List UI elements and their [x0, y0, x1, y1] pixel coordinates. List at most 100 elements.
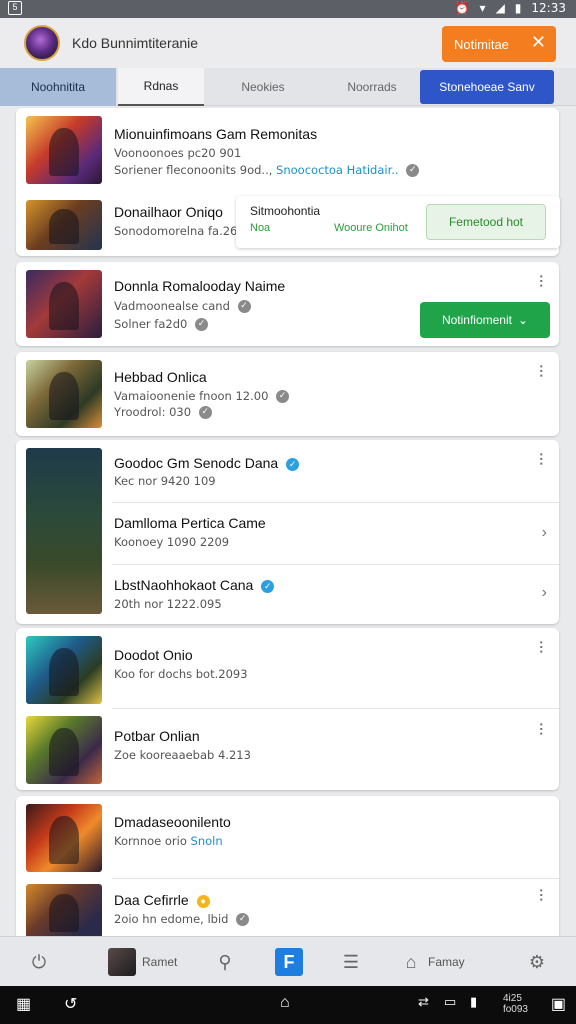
chevron-right-icon[interactable]: ›: [542, 524, 547, 542]
game-subtitle: Koonoey 1090 2209: [114, 535, 230, 549]
more-options-icon[interactable]: ⋯: [534, 274, 550, 288]
popup-info: Wooure Onihot: [334, 222, 408, 234]
status-bar: 5 ⏰ ▾ ◢ ▮ 12:33: [0, 0, 576, 18]
popup-title: Sitmoohontia: [250, 204, 321, 218]
sync-icon: ⇄: [418, 994, 429, 1009]
more-options-icon[interactable]: ⋯: [534, 888, 550, 902]
game-thumbnail: [26, 636, 102, 704]
game-thumbnail: [26, 200, 102, 250]
nav-settings[interactable]: ⚙: [526, 947, 548, 977]
list-item[interactable]: Daa Cefirrle ● 2oio hn edome, lbid ✓ ⋯: [16, 878, 559, 938]
power-icon: ⏻: [31, 951, 47, 972]
apps-grid-icon[interactable]: ▦: [16, 994, 31, 1014]
game-thumbnail: [26, 884, 102, 938]
game-meta: Soriener fleconoonits 9od.., Snoococtoa …: [114, 163, 420, 177]
status-icons: ⏰ ▾ ◢ ▮ 12:33: [455, 1, 566, 15]
game-subtitle-text: Vamaioonenie fnoon 12.00: [114, 389, 269, 403]
nav-home[interactable]: ⏻: [28, 947, 50, 977]
list-item[interactable]: Doodot Onio Koo for dochs bot.2093 ⋯: [16, 628, 559, 708]
game-thumbnail: [26, 360, 102, 428]
more-options-icon[interactable]: ⋯: [534, 452, 550, 466]
tab-neokies[interactable]: Neokies: [218, 68, 308, 106]
game-card: Donnla Romalooday Naime Vadmoonealse can…: [16, 262, 559, 346]
tab-noorrads[interactable]: Noorrads: [322, 68, 422, 106]
more-options-icon[interactable]: ⋯: [534, 722, 550, 736]
game-subtitle: Kornnoe orio Snoln: [114, 834, 223, 848]
game-subtitle-text: 2oio hn edome, lbid: [114, 912, 229, 926]
popup-status: Noa: [250, 222, 271, 234]
game-subtitle: Sonodomorelna fa.260: [114, 224, 245, 238]
list-item[interactable]: Goodoc Gm Senodc Dana ✓ Kec nor 9420 109…: [16, 440, 559, 502]
tab-cta-button[interactable]: Stonehoeae Sanv: [420, 70, 554, 104]
game-subtitle-text: Vadmoonealse cand: [114, 299, 230, 313]
game-thumbnail: [26, 716, 102, 784]
home-icon[interactable]: ⌂: [280, 994, 290, 1012]
game-card: Doodot Onio Koo for dochs bot.2093 ⋯ Pot…: [16, 628, 559, 790]
game-subtitle-link[interactable]: Snoln: [191, 834, 223, 848]
battery-icon: ▮: [470, 994, 478, 1009]
game-title-text: Daa Cefirrle: [114, 892, 189, 908]
verified-icon: ✓: [236, 913, 250, 926]
game-title: LbstNaohhokaot Cana ✓: [114, 577, 275, 593]
list-item[interactable]: Damlloma Pertica Came Koonoey 1090 2209 …: [16, 502, 559, 564]
game-subtitle: 20th nor 1222.095: [114, 597, 222, 611]
app-title: Kdo Bunnimtiteranie: [72, 35, 199, 51]
game-title: Donnla Romalooday Naime: [114, 278, 286, 294]
popup-action-button[interactable]: Femetood hot: [426, 204, 546, 240]
game-subtitle: Koo for dochs bot.2093: [114, 667, 248, 681]
avatar[interactable]: [24, 25, 60, 61]
verified-icon: ✓: [198, 406, 212, 419]
nav-list[interactable]: ☰: [340, 947, 362, 977]
game-thumbnail: [26, 116, 102, 184]
avatar: [108, 948, 136, 976]
game-meta-text: Soriener fleconoonits 9od..,: [114, 163, 273, 177]
game-thumbnail: [26, 804, 102, 872]
nav-games[interactable]: ⌂ Famay: [400, 947, 465, 977]
nav-search[interactable]: ⚲: [214, 947, 236, 977]
list-icon: ☰: [342, 951, 360, 972]
tab-rdnas[interactable]: Rdnas: [118, 68, 204, 106]
chevron-down-icon: ⌄: [517, 313, 529, 327]
list-item[interactable]: LbstNaohhokaot Cana ✓ 20th nor 1222.095 …: [16, 564, 559, 624]
status-time: 12:33: [531, 1, 566, 15]
more-options-icon[interactable]: ⋯: [534, 364, 550, 378]
game-title-text: LbstNaohhokaot Cana: [114, 577, 254, 593]
game-subtitle: Zoe kooreaaebab 4.213: [114, 748, 251, 762]
gear-icon: ⚙: [528, 951, 546, 972]
game-title: Doodot Onio: [114, 647, 193, 663]
notify-button[interactable]: Notimitae ✕: [442, 26, 556, 62]
list-item[interactable]: Potbar Onlian Zoe kooreaaebab 4.213 ⋯: [16, 708, 559, 790]
game-title: Dmadaseoonilento: [114, 814, 231, 830]
game-title: Damlloma Pertica Came: [114, 515, 266, 531]
game-title: Hebbad Onlica: [114, 369, 207, 385]
notify-dropdown-button[interactable]: Notinfiomenit ⌄: [420, 302, 550, 338]
back-icon[interactable]: ↺: [64, 994, 77, 1014]
close-icon[interactable]: ✕: [531, 32, 546, 53]
game-meta: Yroodrol: 030 ✓: [114, 405, 212, 419]
signal-icon: ◢: [495, 1, 505, 15]
chevron-right-icon[interactable]: ›: [542, 584, 547, 602]
system-info-line2: fo093: [502, 1004, 528, 1015]
nav-active[interactable]: F: [275, 947, 303, 977]
notify-dropdown-label: Notinfiomenit: [441, 313, 512, 327]
bottom-navigation: ⏻ Ramet ⚲ F ☰ ⌂ Famay ⚙: [0, 936, 576, 986]
list-item[interactable]: Dmadaseoonilento Kornnoe orio Snoln: [16, 796, 559, 878]
nav-profile[interactable]: Ramet: [108, 947, 177, 977]
qr-icon[interactable]: ▣: [551, 994, 566, 1014]
tab-home[interactable]: Noohnitita: [0, 68, 116, 106]
badge-icon: ●: [196, 894, 210, 908]
system-info-line1: 4i25: [502, 993, 522, 1004]
verified-icon: ✓: [194, 318, 208, 331]
game-title: Goodoc Gm Senodc Dana ✓: [114, 455, 300, 471]
game-subtitle: 2oio hn edome, lbid ✓: [114, 912, 250, 926]
system-info: 4i25 fo093: [503, 993, 528, 1015]
list-item[interactable]: Hebbad Onlica Vamaioonenie fnoon 12.00 ✓…: [16, 352, 559, 436]
game-subtitle: Vamaioonenie fnoon 12.00 ✓: [114, 389, 290, 403]
game-thumbnail: [26, 270, 102, 338]
game-meta: Solner fa2d0 ✓: [114, 317, 208, 331]
list-item[interactable]: Donnla Romalooday Naime Vadmoonealse can…: [16, 262, 559, 346]
game-meta-link[interactable]: Snoococtoa Hatidair..: [276, 163, 399, 177]
more-options-icon[interactable]: ⋯: [534, 640, 550, 654]
list-item[interactable]: Mionuinfimoans Gam Remonitas Voonoonoes …: [16, 108, 559, 192]
game-title: Potbar Onlian: [114, 728, 200, 744]
